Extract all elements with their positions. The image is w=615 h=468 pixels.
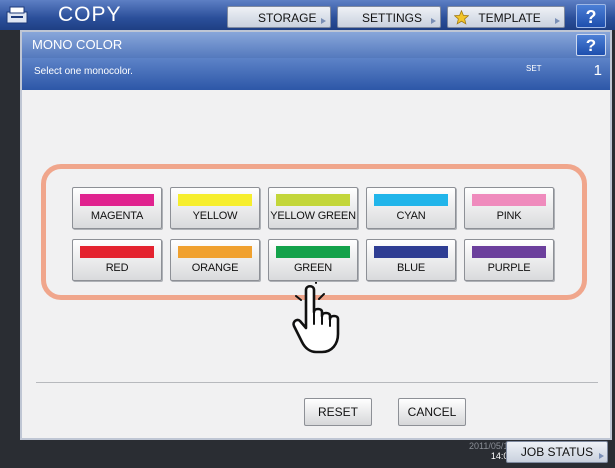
dialog-header: MONO COLOR ? <box>22 32 610 58</box>
color-button-cyan[interactable]: CYAN <box>366 187 456 229</box>
color-label: BLUE <box>397 262 425 274</box>
star-icon <box>453 9 470 25</box>
storage-button[interactable]: STORAGE <box>227 6 331 28</box>
instruction-text: Select one monocolor. <box>34 66 133 77</box>
color-label: CYAN <box>396 210 426 222</box>
arrow-right-icon <box>555 18 560 24</box>
divider <box>36 382 598 383</box>
color-button-purple[interactable]: PURPLE <box>464 239 554 281</box>
arrow-right-icon <box>431 18 436 24</box>
color-label: GREEN <box>293 262 333 274</box>
template-button[interactable]: TEMPLATE <box>447 6 565 28</box>
job-status-button[interactable]: JOB STATUS <box>506 441 608 463</box>
color-swatch <box>178 194 252 206</box>
color-button-magenta[interactable]: MAGENTA <box>72 187 162 229</box>
color-swatch <box>276 246 350 258</box>
color-palette: MAGENTA YELLOW YELLOW GREEN CYAN PINK RE… <box>41 164 587 300</box>
color-swatch <box>374 246 448 258</box>
dialog-help-button[interactable]: ? <box>576 34 606 56</box>
color-button-red[interactable]: RED <box>72 239 162 281</box>
color-swatch <box>80 246 154 258</box>
color-swatch <box>472 246 546 258</box>
job-status-label: JOB STATUS <box>520 445 594 459</box>
color-swatch <box>472 194 546 206</box>
color-label: YELLOW <box>192 210 238 222</box>
set-label: SET <box>526 64 542 73</box>
color-swatch <box>178 246 252 258</box>
template-label: TEMPLATE <box>478 11 541 25</box>
help-button[interactable]: ? <box>576 4 606 28</box>
settings-button[interactable]: SETTINGS <box>337 6 441 28</box>
color-button-yellow[interactable]: YELLOW <box>170 187 260 229</box>
color-label: RED <box>105 262 129 274</box>
color-button-orange[interactable]: ORANGE <box>170 239 260 281</box>
color-label: MAGENTA <box>90 210 144 222</box>
instruction-bar: Select one monocolor. SET 1 <box>22 58 610 90</box>
cancel-button[interactable]: CANCEL <box>398 398 466 426</box>
color-label: PINK <box>496 210 522 222</box>
color-swatch <box>80 194 154 206</box>
color-button-pink[interactable]: PINK <box>464 187 554 229</box>
color-label: YELLOW GREEN <box>270 210 356 222</box>
settings-label: SETTINGS <box>362 11 423 25</box>
color-button-green[interactable]: GREEN <box>268 239 358 281</box>
pointing-hand-icon <box>292 282 340 354</box>
storage-label: STORAGE <box>258 11 317 25</box>
arrow-right-icon <box>599 453 604 459</box>
color-label: ORANGE <box>191 262 239 274</box>
set-value: 1 <box>593 62 602 79</box>
dialog-title: MONO COLOR <box>32 37 123 52</box>
mono-color-dialog: MONO COLOR ? Select one monocolor. SET 1… <box>20 30 612 440</box>
app-title: COPY <box>58 3 122 26</box>
color-button-blue[interactable]: BLUE <box>366 239 456 281</box>
color-swatch <box>374 194 448 206</box>
arrow-right-icon <box>321 18 326 24</box>
color-label: PURPLE <box>487 262 531 274</box>
color-swatch <box>276 194 350 206</box>
copier-icon <box>6 6 28 24</box>
reset-button[interactable]: RESET <box>304 398 372 426</box>
top-bar: COPY STORAGE SETTINGS TEMPLATE ? <box>0 0 615 30</box>
color-button-yellow-green[interactable]: YELLOW GREEN <box>268 187 358 229</box>
